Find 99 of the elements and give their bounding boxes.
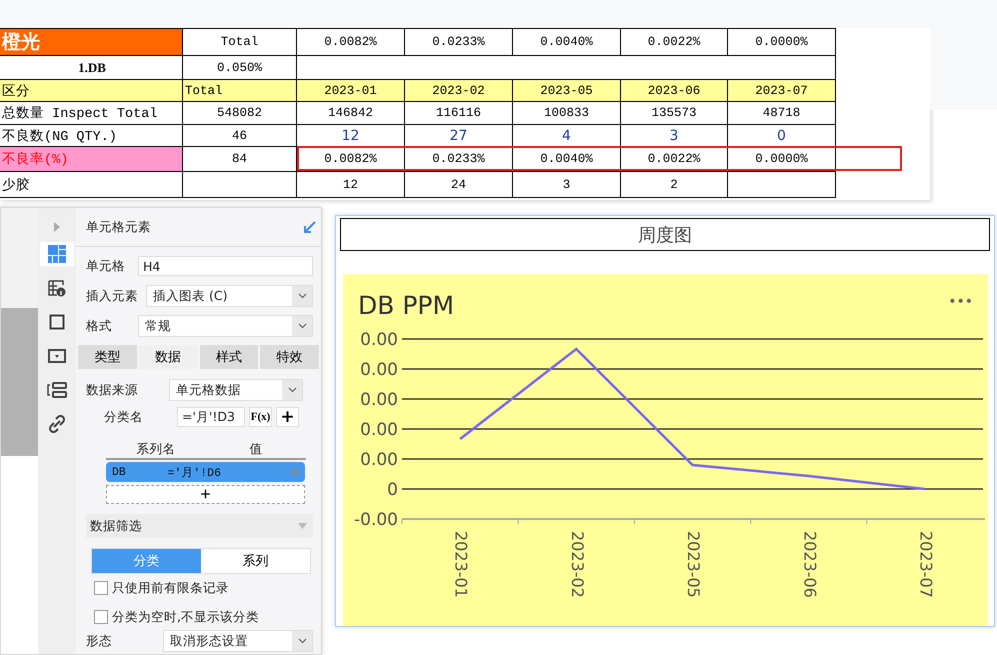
checkbox-label: 只使用前有限条记录 [112, 580, 229, 596]
table-cell: 0.0233% [405, 147, 513, 172]
axis-label: -0.00 [354, 510, 398, 530]
grid-icon [48, 245, 66, 263]
table-cell: 2 [621, 172, 728, 198]
axis-label: 0 [387, 480, 398, 500]
field-label: 分类名 [104, 408, 143, 426]
table-cell: 0.0022% [621, 28, 728, 56]
series-name: DB [112, 466, 126, 478]
table-cell: 区分 [0, 80, 183, 102]
panel-title: 单元格元素 [86, 218, 151, 236]
axis-label: 0.00 [360, 390, 398, 410]
table-cell: 27 [405, 125, 513, 147]
insert-dropdown[interactable]: 插入图表 (C) [146, 285, 313, 307]
table-cell: 3 [621, 125, 728, 147]
chevron-down-icon [298, 293, 306, 299]
field-label: 插入元素 [86, 288, 138, 304]
table-cell: 3 [513, 172, 621, 198]
add-button[interactable]: + [276, 407, 299, 427]
chevron-down-icon [298, 323, 306, 329]
axis-label: 0.00 [360, 420, 398, 440]
table-cell: 0.0000% [728, 28, 836, 56]
field-label: 数据来源 [86, 382, 138, 398]
add-series-button[interactable]: + [106, 485, 305, 504]
chart-title: DB PPM [358, 291, 454, 320]
tab[interactable]: 类型 [78, 345, 137, 369]
table-cell: 146842 [297, 102, 405, 125]
format-dropdown[interactable]: 常规 [138, 315, 313, 337]
axis-label: 0.00 [360, 360, 398, 380]
field-label: 形态 [86, 632, 112, 650]
chevron-down-icon [298, 638, 306, 644]
series-row[interactable]: DB ='月'!D6 [106, 462, 305, 482]
table-cell: 12 [297, 125, 405, 147]
table-cell: 48718 [728, 102, 836, 125]
table-cell: 2023-07 [728, 80, 836, 102]
table-cell: 不良率(%) [0, 147, 183, 172]
checkbox[interactable] [94, 581, 108, 595]
segment-option[interactable]: 系列 [201, 549, 310, 573]
table-cell: 0.0040% [513, 147, 621, 172]
table-cell: 135573 [621, 102, 728, 125]
table-cell: 116116 [405, 102, 513, 125]
tab[interactable]: 特效 [260, 345, 319, 369]
table-cell: 0.0082% [297, 147, 405, 172]
table-cell: 0.0022% [621, 147, 728, 172]
arrow-icon[interactable] [303, 220, 317, 234]
table-cell: 2023-02 [405, 80, 513, 102]
checkbox-label: 分类为空时,不显示该分类 [112, 608, 259, 626]
axis-label: 2023-06 [800, 531, 820, 598]
table-cell: Total [183, 28, 297, 56]
expand-arrow-icon[interactable] [54, 222, 60, 232]
chevron-down-icon [288, 387, 296, 393]
table-cell: 0.0233% [405, 28, 513, 56]
axis-label: 2023-02 [568, 531, 587, 598]
table-info-icon [48, 279, 66, 297]
column-header: 值 [206, 441, 306, 460]
axis-label: 2023-05 [684, 531, 704, 598]
section-title: 数据筛选 [90, 518, 142, 534]
table-cell: Total [183, 80, 297, 102]
table-cell: 少胶 [0, 172, 183, 198]
series-value: ='月'!D6 [168, 466, 221, 480]
more-menu[interactable]: ••• [948, 294, 973, 310]
table-cell: 2023-05 [513, 80, 621, 102]
table-cell: 4 [513, 125, 621, 147]
table-cell: 46 [183, 125, 297, 147]
category-input[interactable]: ='月'!D3 [177, 407, 245, 427]
field-label: 单元格 [86, 258, 126, 274]
dropdown-box-icon [48, 349, 66, 363]
formula-button[interactable]: F(x) [249, 407, 272, 427]
axis-label: 2023-07 [916, 531, 936, 598]
table-cell: 12 [297, 172, 405, 198]
table-cell: 0.0000% [728, 147, 836, 172]
chart-caption: 周度图 [340, 218, 990, 251]
link-icon [48, 415, 66, 433]
table-cell: 0.0082% [297, 28, 405, 56]
checkbox[interactable] [94, 610, 108, 624]
tab[interactable]: 样式 [200, 345, 258, 369]
column-header: 系列名 [106, 441, 206, 460]
table-cell: 24 [405, 172, 513, 198]
table-cell: 84 [183, 147, 297, 172]
table-cell: 橙光 [0, 28, 183, 56]
layout-icon [47, 382, 67, 398]
axis-label: 0.00 [360, 450, 398, 470]
axis-label: 2023-01 [452, 531, 471, 598]
triangle-down-icon [298, 523, 307, 529]
section-header[interactable]: 数据筛选 [86, 514, 313, 538]
shape-dropdown[interactable]: 取消形态设置 [163, 630, 313, 652]
table-cell: 2023-06 [621, 80, 728, 102]
table-cell: 2023-01 [297, 80, 405, 102]
axis-label: 0.00 [360, 330, 398, 350]
tab[interactable]: 数据 [138, 345, 198, 369]
table-cell: 100833 [513, 102, 621, 125]
cell-input[interactable]: H4 [138, 256, 313, 276]
field-label: 格式 [86, 318, 113, 334]
frame-icon [49, 314, 65, 330]
table-cell: 0 [728, 125, 836, 147]
source-dropdown[interactable]: 单元格数据 [169, 379, 303, 401]
table-cell: 总数量 Inspect Total [0, 102, 183, 125]
table-cell: 0.0040% [513, 28, 621, 56]
table-cell: 548082 [183, 102, 297, 125]
